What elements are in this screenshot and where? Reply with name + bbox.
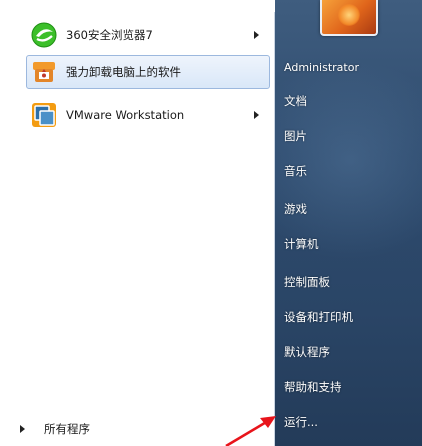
user-name-link[interactable]: Administrator	[284, 56, 414, 78]
uninstaller-icon	[29, 57, 59, 87]
user-avatar[interactable]	[320, 0, 378, 36]
link-documents[interactable]: 文档	[284, 90, 414, 112]
program-label: VMware Workstation	[66, 108, 185, 122]
programs-pane: 360安全浏览器7 强力卸载电脑上的软件 VMware Workstation	[14, 12, 275, 446]
link-default-programs[interactable]: 默认程序	[284, 341, 414, 363]
link-pictures[interactable]: 图片	[284, 125, 414, 147]
all-programs-button[interactable]: 所有程序	[20, 416, 260, 442]
program-item-uninstaller[interactable]: 强力卸载电脑上的软件	[26, 55, 270, 89]
link-run[interactable]: 运行...	[284, 411, 414, 433]
program-item-vmware[interactable]: VMware Workstation	[26, 98, 270, 132]
all-programs-label: 所有程序	[44, 422, 90, 436]
program-item-360-browser[interactable]: 360安全浏览器7	[26, 18, 270, 52]
program-label: 360安全浏览器7	[66, 28, 153, 42]
link-computer[interactable]: 计算机	[284, 233, 414, 255]
submenu-arrow-icon	[254, 31, 259, 39]
360-browser-icon	[29, 20, 59, 50]
link-control-panel[interactable]: 控制面板	[284, 271, 414, 293]
link-devices-printers[interactable]: 设备和打印机	[284, 306, 414, 328]
arrow-right-icon	[20, 425, 25, 433]
submenu-arrow-icon	[254, 111, 259, 119]
link-games[interactable]: 游戏	[284, 198, 414, 220]
program-label: 强力卸载电脑上的软件	[66, 65, 181, 79]
vmware-icon	[29, 100, 59, 130]
link-music[interactable]: 音乐	[284, 160, 414, 182]
link-help-support[interactable]: 帮助和支持	[284, 376, 414, 398]
